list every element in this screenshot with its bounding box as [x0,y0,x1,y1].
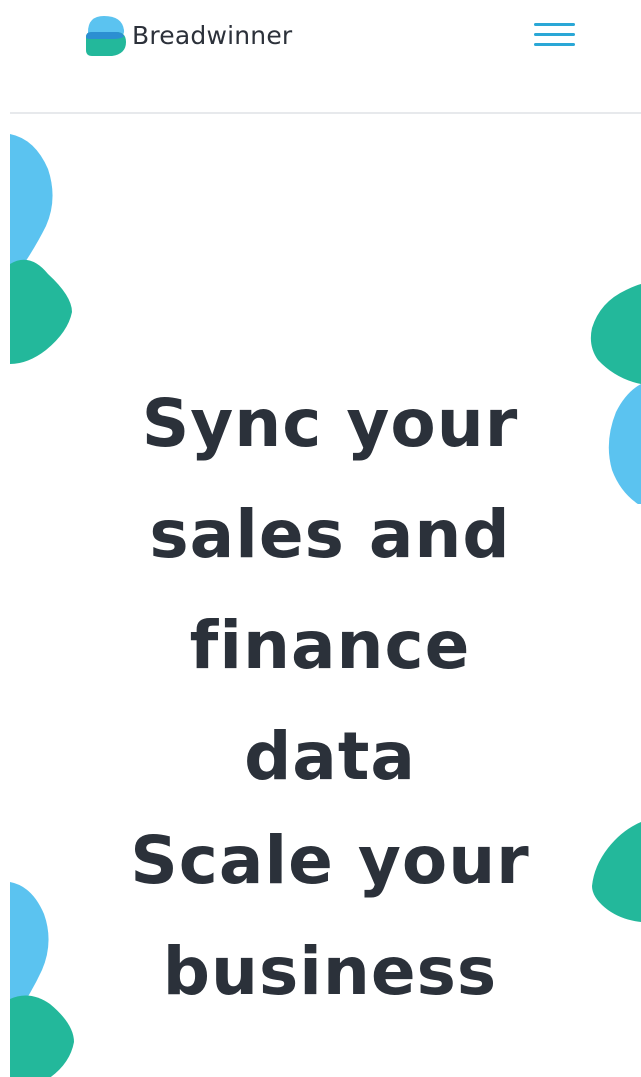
breadwinner-logo-icon [86,16,126,56]
brand-name: Breadwinner [132,20,293,50]
hero-headline-line: finance [189,607,471,684]
hero-headline-line: Sync your [141,385,519,462]
hero-headline-line: data [244,718,416,795]
site-header: Breadwinner [0,0,641,112]
hero-headline: Sync your sales and finance data [0,368,641,812]
hero-subheadline-line: business [162,933,498,1010]
hero-subheadline-line: Scale your [130,822,530,899]
hero-subheadline: Scale your business [0,805,641,1027]
brand-logo-link[interactable]: Breadwinner [82,10,292,60]
hero-headline-line: sales and [149,496,511,573]
hamburger-menu-icon[interactable] [532,20,578,50]
decorative-shape-top-left [10,134,72,364]
